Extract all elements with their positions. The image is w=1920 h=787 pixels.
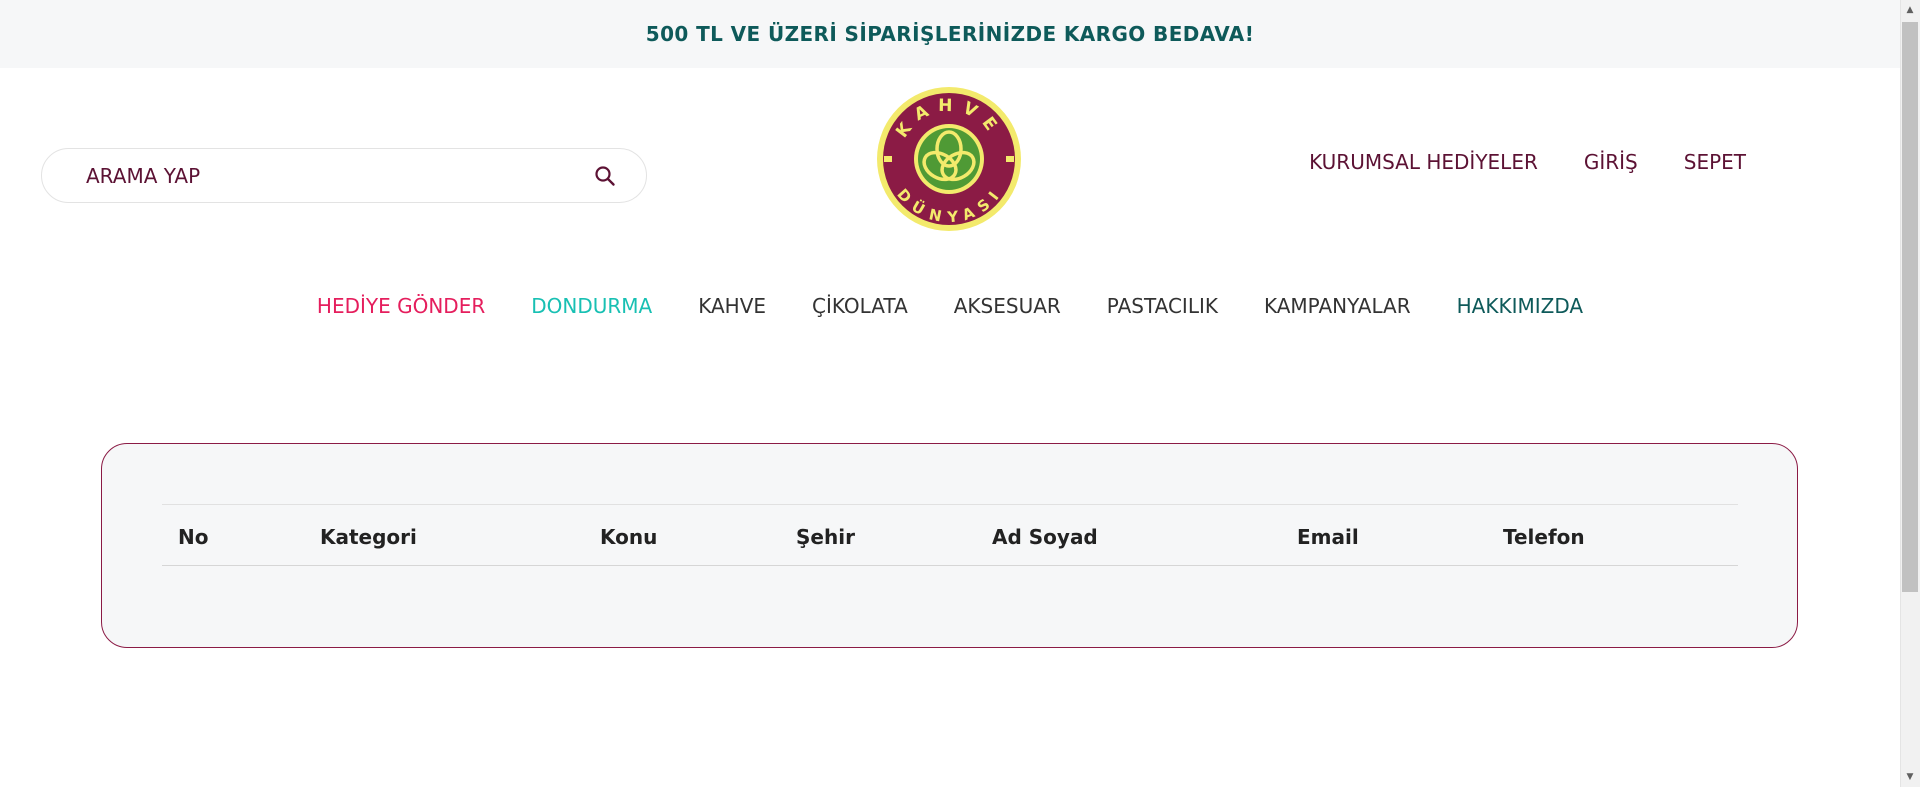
header-links: KURUMSAL HEDİYELER GİRİŞ SEPET (1309, 150, 1746, 174)
scroll-down-arrow-icon[interactable]: ▼ (1900, 767, 1920, 787)
cart-link[interactable]: SEPET (1684, 150, 1746, 174)
records-card: No Kategori Konu Şehir Ad Soyad Email Te… (101, 443, 1798, 648)
nav-item-chocolate[interactable]: ÇİKOLATA (812, 294, 908, 318)
nav-item-campaigns[interactable]: KAMPANYALAR (1264, 294, 1411, 318)
column-header-city: Şehir (796, 525, 855, 549)
login-link[interactable]: GİRİŞ (1584, 150, 1638, 174)
search-icon[interactable] (592, 163, 618, 189)
nav-item-send-gift[interactable]: HEDİYE GÖNDER (317, 294, 485, 318)
scrollbar-thumb[interactable] (1902, 22, 1918, 592)
search-input[interactable] (86, 163, 592, 188)
promo-text: 500 TL VE ÜZERİ SİPARİŞLERİNİZDE KARGO B… (645, 22, 1255, 46)
page: 500 TL VE ÜZERİ SİPARİŞLERİNİZDE KARGO B… (0, 0, 1920, 787)
column-header-full-name: Ad Soyad (992, 525, 1098, 549)
kahve-dunyasi-logo[interactable]: KAHVE DÜNYASI (876, 86, 1022, 232)
page-scrollbar[interactable]: ▲ ▼ (1900, 0, 1920, 787)
column-header-no: No (178, 525, 209, 549)
nav-item-pastry[interactable]: PASTACILIK (1107, 294, 1218, 318)
nav-item-coffee[interactable]: KAHVE (698, 294, 766, 318)
column-header-category: Kategori (320, 525, 417, 549)
nav-item-ice-cream[interactable]: DONDURMA (531, 294, 652, 318)
column-header-subject: Konu (600, 525, 658, 549)
scroll-up-arrow-icon[interactable]: ▲ (1900, 0, 1920, 20)
nav-item-about[interactable]: HAKKIMIZDA (1457, 294, 1583, 318)
search-box[interactable] (41, 148, 647, 203)
column-header-phone: Telefon (1503, 525, 1585, 549)
promo-bar: 500 TL VE ÜZERİ SİPARİŞLERİNİZDE KARGO B… (0, 0, 1900, 68)
nav-item-accessories[interactable]: AKSESUAR (954, 294, 1061, 318)
main-nav: HEDİYE GÖNDER DONDURMA KAHVE ÇİKOLATA AK… (0, 294, 1900, 318)
column-header-email: Email (1297, 525, 1359, 549)
table-header: No Kategori Konu Şehir Ad Soyad Email Te… (162, 504, 1738, 566)
corporate-gifts-link[interactable]: KURUMSAL HEDİYELER (1309, 150, 1538, 174)
